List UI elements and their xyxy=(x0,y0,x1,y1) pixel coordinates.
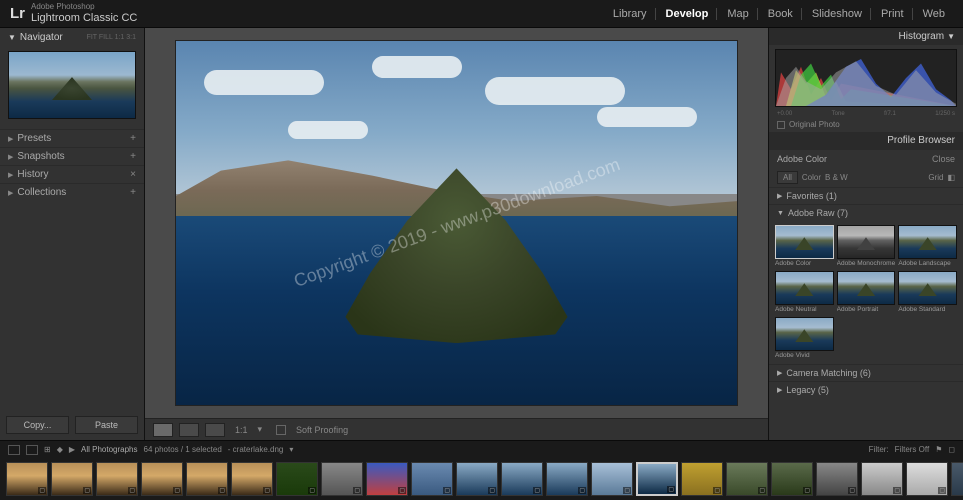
filmstrip-thumb[interactable]: ▢ xyxy=(501,462,543,496)
filmstrip-thumb[interactable]: ▢ xyxy=(411,462,453,496)
filmstrip-thumb[interactable]: ▢ xyxy=(951,462,963,496)
brand-text: Adobe Photoshop Lightroom Classic CC xyxy=(31,3,137,24)
profile-adobe-monochrome[interactable] xyxy=(837,225,896,259)
profile-adobe-portrait[interactable] xyxy=(837,271,896,305)
filmstrip-thumb[interactable]: ▢ xyxy=(141,462,183,496)
filmstrip-thumb[interactable]: ▢ xyxy=(906,462,948,496)
back-icon[interactable]: ◆ xyxy=(57,445,63,454)
profile-adobe-landscape[interactable] xyxy=(898,225,957,259)
filmstrip-info-bar: ⊞ ◆ ▶ All Photographs 64 photos / 1 sele… xyxy=(0,440,963,458)
filmstrip-thumb[interactable]: ▢ xyxy=(861,462,903,496)
profile-adobe-standard[interactable] xyxy=(898,271,957,305)
app-logo: Lr xyxy=(10,5,25,22)
compare-button[interactable] xyxy=(205,423,225,437)
filmstrip-thumb[interactable]: ▢ xyxy=(366,462,408,496)
filter-lock-icon[interactable]: ◻ xyxy=(948,445,955,454)
filmstrip-thumb[interactable]: ▢ xyxy=(681,462,723,496)
filmstrip-thumb[interactable]: ▢ xyxy=(546,462,588,496)
profile-adobe-color[interactable] xyxy=(775,225,834,259)
filename-label: - craterlake.dng xyxy=(228,445,284,454)
left-panel: ▼ Navigator FIT FILL 1:1 3:1 ▶Presets+ ▶… xyxy=(0,28,145,440)
filmstrip-thumb[interactable]: ▢ xyxy=(96,462,138,496)
filmstrip-thumb[interactable]: ▢ xyxy=(6,462,48,496)
camera-matching-section[interactable]: ▶Camera Matching (6) xyxy=(769,364,963,381)
module-book[interactable]: Book xyxy=(760,8,802,20)
histogram-header[interactable]: Histogram▼ xyxy=(769,28,963,45)
grid-toggle[interactable]: Grid xyxy=(928,173,943,182)
filmstrip-thumb[interactable]: ▢ xyxy=(186,462,228,496)
legacy-section[interactable]: ▶Legacy (5) xyxy=(769,381,963,398)
second-window-icon[interactable] xyxy=(26,445,38,455)
panel-snapshots[interactable]: ▶Snapshots+ xyxy=(0,147,144,165)
copy-button[interactable]: Copy... xyxy=(6,416,69,434)
center-area: Copyright © 2019 - www.p30download.com 1… xyxy=(145,28,768,440)
filmstrip[interactable]: ▢ ▢ ▢ ▢ ▢ ▢ ▢ ▢ ▢ ▢ ▢ ▢ ▢ ▢ ▢ ▢ ▢ ▢ ▢ ▢ … xyxy=(0,458,963,500)
image-canvas[interactable]: Copyright © 2019 - www.p30download.com xyxy=(175,40,738,406)
panel-presets[interactable]: ▶Presets+ xyxy=(0,129,144,147)
forward-icon[interactable]: ▶ xyxy=(69,445,75,454)
favorites-section[interactable]: ▶Favorites (1) xyxy=(769,187,963,204)
grid-icon[interactable]: ⊞ xyxy=(44,445,51,454)
adobe-raw-section[interactable]: ▼Adobe Raw (7) xyxy=(769,204,963,221)
original-photo-row[interactable]: Original Photo xyxy=(769,117,963,132)
module-map[interactable]: Map xyxy=(719,8,757,20)
filmstrip-thumb[interactable]: ▢ xyxy=(591,462,633,496)
filter-label: Filter: xyxy=(869,445,889,454)
develop-toolbar: 1:1 ▾ Soft Proofing xyxy=(145,418,768,440)
filmstrip-thumb[interactable]: ▢ xyxy=(321,462,363,496)
histogram[interactable] xyxy=(775,49,957,107)
soft-proof-label: Soft Proofing xyxy=(296,425,348,435)
filmstrip-thumb-selected[interactable]: ▢ xyxy=(636,462,678,496)
zoom-label: 1:1 xyxy=(235,425,248,435)
profile-adobe-vivid[interactable] xyxy=(775,317,834,351)
profile-adobe-neutral[interactable] xyxy=(775,271,834,305)
module-print[interactable]: Print xyxy=(873,8,913,20)
filter-color[interactable]: Color xyxy=(802,173,821,182)
module-slideshow[interactable]: Slideshow xyxy=(804,8,871,20)
module-develop[interactable]: Develop xyxy=(658,8,718,20)
module-library[interactable]: Library xyxy=(605,8,656,20)
filmstrip-thumb[interactable]: ▢ xyxy=(816,462,858,496)
chevron-down-icon: ▼ xyxy=(8,33,16,42)
top-bar: Lr Adobe Photoshop Lightroom Classic CC … xyxy=(0,0,963,28)
module-picker: Library Develop Map Book Slideshow Print… xyxy=(605,8,953,20)
panel-collections[interactable]: ▶Collections+ xyxy=(0,183,144,201)
navigator-header[interactable]: ▼ Navigator FIT FILL 1:1 3:1 xyxy=(0,28,144,47)
source-label[interactable]: All Photographs xyxy=(81,445,137,454)
filmstrip-thumb[interactable]: ▢ xyxy=(456,462,498,496)
filmstrip-thumb[interactable]: ▢ xyxy=(51,462,93,496)
profile-browser-header: Profile Browser xyxy=(769,132,963,149)
filmstrip-thumb[interactable]: ▢ xyxy=(771,462,813,496)
loupe-view-button[interactable] xyxy=(153,423,173,437)
before-after-button[interactable] xyxy=(179,423,199,437)
right-panel: Histogram▼ +0.00 Tone f/7.1 1/250 s xyxy=(768,28,963,440)
current-profile: Adobe Color xyxy=(777,154,827,164)
main-window-icon[interactable] xyxy=(8,445,20,455)
navigator-zoom[interactable]: FIT FILL 1:1 3:1 xyxy=(87,34,136,41)
navigator-preview[interactable] xyxy=(8,51,136,119)
filter-all[interactable]: All xyxy=(777,171,798,184)
soft-proof-checkbox[interactable] xyxy=(276,425,286,435)
checkbox-icon[interactable] xyxy=(777,121,785,129)
close-button[interactable]: Close xyxy=(932,154,955,164)
filmstrip-thumb[interactable]: ▢ xyxy=(231,462,273,496)
paste-button[interactable]: Paste xyxy=(75,416,138,434)
photo-count: 64 photos / 1 selected xyxy=(144,445,222,454)
filter-bw[interactable]: B & W xyxy=(825,173,848,182)
filmstrip-thumb[interactable]: ▢ xyxy=(726,462,768,496)
profile-grid: Adobe Color Adobe Monochrome Adobe Lands… xyxy=(769,221,963,364)
panel-history[interactable]: ▶History× xyxy=(0,165,144,183)
flag-filter-icon[interactable]: ⚑ xyxy=(935,445,942,454)
filter-value[interactable]: Filters Off xyxy=(895,445,930,454)
filmstrip-thumb[interactable]: ▢ xyxy=(276,462,318,496)
module-web[interactable]: Web xyxy=(915,8,953,20)
